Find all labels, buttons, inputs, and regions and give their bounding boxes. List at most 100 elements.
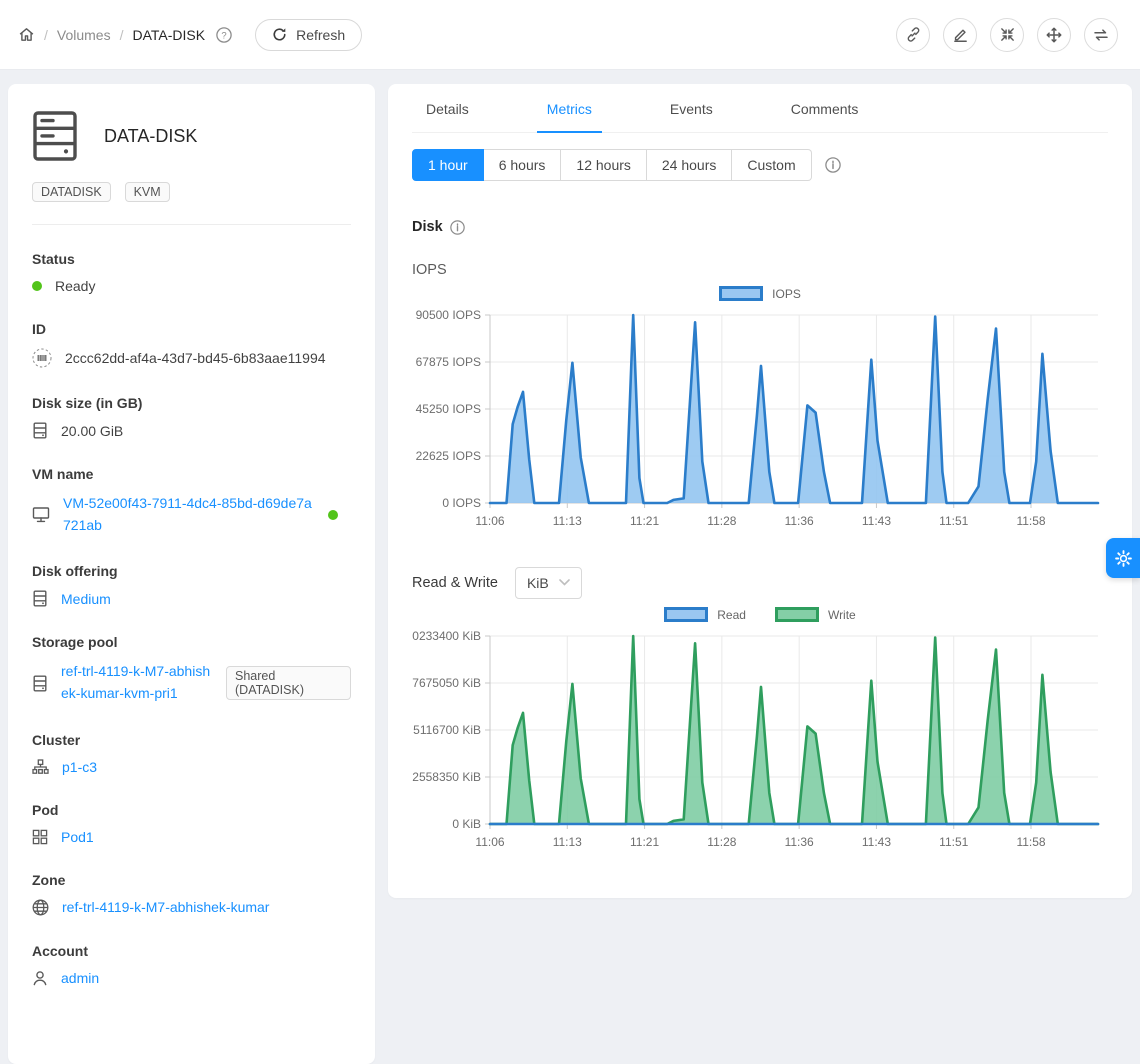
resource-head: DATA-DISK: [32, 110, 351, 162]
time-range-6-hours[interactable]: 6 hours: [484, 149, 562, 181]
iops-legend-swatch: [719, 286, 763, 301]
time-range-custom[interactable]: Custom: [732, 149, 811, 181]
pencil-icon: [952, 26, 969, 43]
disk-section-heading: Disk: [412, 219, 1108, 235]
readwrite-legend: Read Write: [412, 607, 1108, 622]
iops-chart: 0 IOPS22625 IOPS45250 IOPS67875 IOPS9050…: [412, 303, 1102, 535]
svg-text:45250 IOPS: 45250 IOPS: [416, 402, 481, 416]
svg-text:11:28: 11:28: [707, 835, 736, 849]
svg-text:5116700 KiB: 5116700 KiB: [413, 723, 481, 737]
readwrite-chart: 0 KiB2558350 KiB5116700 KiB7675050 KiB10…: [412, 624, 1102, 856]
svg-text:22625 IOPS: 22625 IOPS: [416, 449, 481, 463]
status-dot: [32, 281, 42, 291]
svg-text:11:06: 11:06: [475, 835, 504, 849]
vm-name-link[interactable]: VM-52e00f43-7911-4dc4-85bd-d69de7a721ab: [63, 493, 315, 536]
write-legend-label: Write: [828, 608, 856, 622]
field-vm-name: VM name VM-52e00f43-7911-4dc4-85bd-d69de…: [32, 466, 351, 536]
svg-text:2558350 KiB: 2558350 KiB: [412, 770, 481, 784]
chevron-down-icon: [559, 578, 570, 589]
zone-label: Zone: [32, 872, 351, 888]
cluster-label: Cluster: [32, 732, 351, 748]
info-circle-icon[interactable]: [825, 157, 841, 173]
page-title: DATA-DISK: [104, 126, 197, 147]
disk-size-value: 20.00 GiB: [61, 423, 123, 439]
svg-text:11:28: 11:28: [707, 514, 736, 528]
zone-link[interactable]: ref-trl-4119-k-M7-abhishek-kumar: [62, 899, 269, 915]
svg-text:11:58: 11:58: [1016, 835, 1045, 849]
tab-events[interactable]: Events: [660, 84, 723, 133]
field-status: Status Ready: [32, 251, 351, 294]
readwrite-title: Read & Write: [412, 575, 498, 591]
id-label: ID: [32, 321, 351, 337]
tab-details[interactable]: Details: [416, 84, 479, 133]
tags-row: DATADISK KVM: [32, 182, 351, 202]
iops-chart-title: IOPS: [412, 262, 1108, 278]
svg-text:90500 IOPS: 90500 IOPS: [416, 308, 481, 322]
svg-text:11:51: 11:51: [939, 835, 968, 849]
svg-text:11:13: 11:13: [553, 514, 582, 528]
time-range-1-hour[interactable]: 1 hour: [412, 149, 484, 181]
tag-datadisk: DATADISK: [32, 182, 111, 202]
svg-text:11:21: 11:21: [630, 514, 659, 528]
storage-pool-tag: Shared (DATADISK): [226, 666, 351, 700]
migrate-volume-button[interactable]: [1037, 18, 1071, 52]
refresh-button[interactable]: Refresh: [255, 19, 362, 51]
tag-kvm: KVM: [125, 182, 170, 202]
unit-select[interactable]: KiB: [515, 567, 582, 599]
svg-text:7675050 KiB: 7675050 KiB: [412, 676, 481, 690]
tab-metrics[interactable]: Metrics: [537, 84, 602, 133]
svg-text:10233400 KiB: 10233400 KiB: [412, 629, 481, 643]
svg-text:11:36: 11:36: [785, 835, 814, 849]
cluster-link[interactable]: p1-c3: [62, 759, 97, 775]
field-disk-offering: Disk offering Medium: [32, 563, 351, 607]
barcode-icon: [32, 348, 52, 368]
field-account: Account admin: [32, 943, 351, 986]
info-circle-icon[interactable]: [450, 220, 465, 235]
pod-label: Pod: [32, 802, 351, 818]
write-legend-swatch: [775, 607, 819, 622]
refresh-label: Refresh: [296, 27, 345, 43]
field-zone: Zone ref-trl-4119-k-M7-abhishek-kumar: [32, 872, 351, 916]
settings-gear-button[interactable]: [1106, 538, 1140, 578]
home-icon[interactable]: [18, 26, 35, 43]
svg-text:67875 IOPS: 67875 IOPS: [416, 355, 481, 369]
storage-pool-link[interactable]: ref-trl-4119-k-M7-abhishek-kumar-kvm-pri…: [61, 661, 213, 704]
help-question-icon[interactable]: ?: [216, 27, 232, 43]
svg-text:11:36: 11:36: [785, 514, 814, 528]
breadcrumb-separator: /: [44, 27, 48, 43]
field-pod: Pod Pod1: [32, 802, 351, 845]
time-range-12-hours[interactable]: 12 hours: [561, 149, 646, 181]
user-icon: [32, 970, 48, 986]
pod-link[interactable]: Pod1: [61, 829, 94, 845]
attach-link-button[interactable]: [896, 18, 930, 52]
breadcrumb-volumes-link[interactable]: Volumes: [57, 27, 111, 43]
tab-comments[interactable]: Comments: [781, 84, 869, 133]
storage-icon: [32, 675, 48, 692]
breadcrumb-separator: /: [120, 27, 124, 43]
svg-text:11:06: 11:06: [475, 514, 504, 528]
move-icon: [1045, 26, 1063, 44]
account-label: Account: [32, 943, 351, 959]
edit-button[interactable]: [943, 18, 977, 52]
readwrite-header-row: Read & Write KiB: [412, 567, 1108, 599]
breadcrumb: / Volumes / DATA-DISK ? Refresh: [18, 19, 362, 51]
detail-panel: Details Metrics Events Comments 1 hour 6…: [388, 84, 1132, 898]
svg-text:11:58: 11:58: [1016, 514, 1045, 528]
time-range-row: 1 hour 6 hours 12 hours 24 hours Custom: [412, 149, 1108, 181]
page-body: DATA-DISK DATADISK KVM Status Ready ID 2…: [0, 70, 1140, 1064]
cluster-icon: [32, 759, 49, 775]
swap-button[interactable]: [1084, 18, 1118, 52]
read-legend-label: Read: [717, 608, 746, 622]
shrink-icon: [999, 26, 1016, 43]
time-range-group: 1 hour 6 hours 12 hours 24 hours Custom: [412, 149, 812, 181]
vm-status-dot: [328, 510, 338, 520]
disk-offering-label: Disk offering: [32, 563, 351, 579]
divider: [32, 224, 351, 225]
disk-offering-link[interactable]: Medium: [61, 591, 111, 607]
time-range-24-hours[interactable]: 24 hours: [647, 149, 732, 181]
vm-name-label: VM name: [32, 466, 351, 482]
account-link[interactable]: admin: [61, 970, 99, 986]
resize-volume-button[interactable]: [990, 18, 1024, 52]
svg-text:11:43: 11:43: [862, 514, 891, 528]
breadcrumb-current: DATA-DISK: [132, 27, 205, 43]
